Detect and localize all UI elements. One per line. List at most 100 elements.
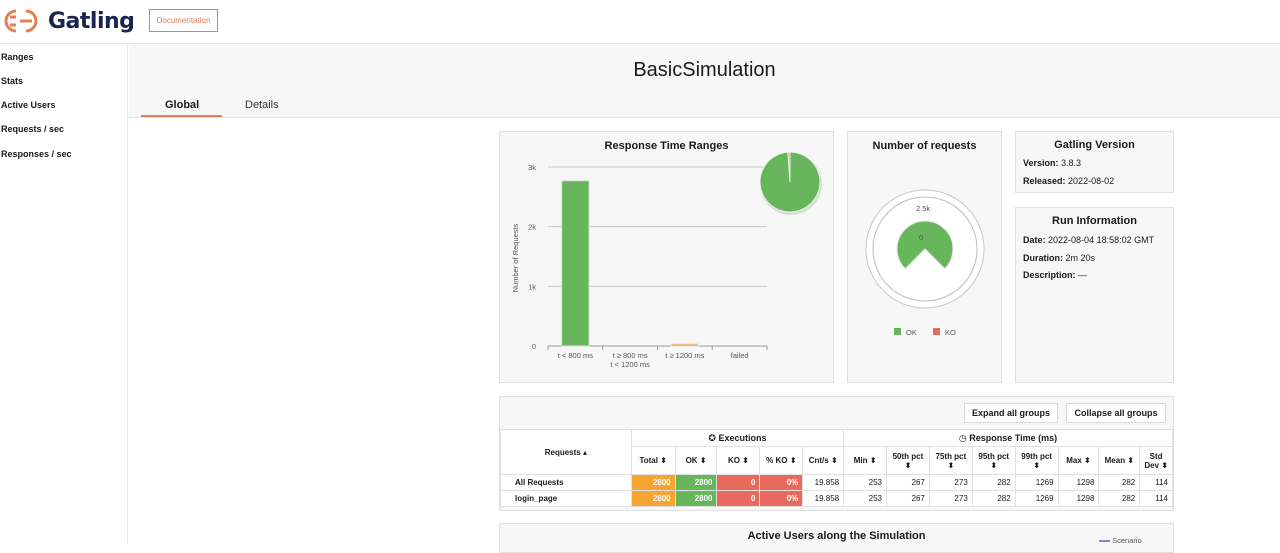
sort-icon: ⬍: [904, 460, 912, 470]
column-header[interactable]: Max ⬍: [1057, 446, 1100, 475]
sort-icon: ⬍: [990, 460, 998, 470]
statistics-card: Expand all groups Collapse all groups Re…: [499, 396, 1174, 511]
y-tick-label: 1k: [528, 282, 536, 291]
ranges-chart: Number of Requests 0 1k 2k 3k t < 800 ms t ≥…: [511, 151, 822, 369]
stat-cell: 282: [1098, 490, 1141, 507]
scenario-swatch: [1099, 540, 1110, 543]
stat-cell: 282: [971, 474, 1016, 491]
response-time-group-header: ◷ Response Time (ms): [843, 429, 1173, 447]
stat-cell: 19.858: [802, 490, 845, 507]
y-tick-label: 2k: [528, 223, 536, 232]
stat-cell: 0: [716, 474, 761, 491]
sort-icon: ⬍: [828, 456, 838, 465]
legend-ko-label: KO: [945, 328, 956, 337]
y-axis-label: Number of Requests: [511, 223, 520, 292]
documentation-button[interactable]: Documentation: [149, 9, 218, 32]
table-row[interactable]: login_page 2800 2800 0 0% 19.858 253 267 273 282 1…: [500, 490, 1173, 507]
stat-cell: 114: [1139, 490, 1173, 507]
legend-ok-swatch: [894, 328, 901, 335]
request-name: login_page: [500, 490, 632, 507]
version-value: 3.8.3: [1061, 158, 1082, 168]
sidebar: Ranges Stats Active Users Requests / sec…: [0, 44, 128, 543]
gatling-version-card: Gatling Version Version: 3.8.3 Released:…: [1015, 131, 1174, 193]
date-label: Date:: [1023, 235, 1046, 245]
active-users-legend: Scenario: [1099, 536, 1142, 545]
requests-column-header[interactable]: Requests ▴: [500, 429, 632, 475]
clock-icon: ◷: [958, 432, 967, 443]
response-time-ranges-card: Response Time Ranges Number of Requests …: [499, 131, 834, 383]
requests-gauge: 2.5k 0 OK KO: [865, 189, 985, 337]
active-users-card: Active Users along the Simulation Scenar…: [499, 523, 1174, 553]
stat-cell: 2800: [674, 490, 718, 507]
x-tick-label: failed: [731, 351, 749, 360]
stat-cell: 1298: [1057, 490, 1100, 507]
sidebar-item-ranges[interactable]: Ranges: [1, 52, 34, 62]
statistics-table: Requests ▴ ✪ Executions ◷ Response Time …: [500, 429, 1173, 507]
column-header[interactable]: % KO ⬍: [759, 446, 804, 475]
sort-icon: ⬍: [867, 456, 877, 465]
column-header[interactable]: Cnt/s ⬍: [802, 446, 845, 475]
active-users-title: Active Users along the Simulation: [747, 530, 926, 542]
scenario-legend-label: Scenario: [1112, 536, 1142, 545]
x-tick-label: t < 800 ms: [558, 351, 593, 360]
gauge-center-label: 0: [919, 233, 923, 242]
legend-ok-label: OK: [906, 328, 917, 337]
stat-cell: 267: [886, 490, 930, 507]
sidebar-item-responses-sec[interactable]: Responses / sec: [1, 149, 72, 159]
stat-cell: 2800: [674, 474, 718, 491]
expand-all-groups-button[interactable]: Expand all groups: [964, 403, 1058, 423]
description-value: —: [1078, 270, 1088, 280]
stat-cell: 1269: [1014, 490, 1059, 507]
collapse-all-groups-button[interactable]: Collapse all groups: [1066, 403, 1166, 423]
range-bar: [561, 180, 590, 347]
sort-icon: ⬍: [1081, 456, 1091, 465]
stat-cell: 0%: [759, 474, 804, 491]
run-info-title: Run Information: [1052, 215, 1137, 227]
gatling-logo[interactable]: Gatling: [2, 7, 135, 35]
stat-cell: 253: [843, 474, 887, 491]
stat-cell: 273: [928, 490, 973, 507]
column-header[interactable]: Std Dev ⬍: [1139, 446, 1173, 475]
y-tick-label: 0: [532, 342, 536, 351]
stat-cell: 282: [1098, 474, 1141, 491]
page-title: BasicSimulation: [633, 59, 776, 81]
sort-icon: ⬍: [1159, 460, 1168, 470]
column-header[interactable]: Min ⬍: [843, 446, 887, 475]
tab-global[interactable]: Global: [165, 99, 199, 111]
date-value: 2022-08-04 18:58:02 GMT: [1048, 235, 1155, 245]
column-header[interactable]: 75th pct ⬍: [928, 446, 973, 475]
stat-cell: 2800: [630, 490, 676, 507]
run-information-card: Run Information Date: 2022-08-04 18:58:0…: [1015, 207, 1174, 383]
sort-icon: ⬍: [1125, 456, 1135, 465]
active-tab-indicator: [141, 115, 222, 117]
sort-icon: ⬍: [657, 456, 667, 465]
column-header[interactable]: 95th pct ⬍: [971, 446, 1016, 475]
version-label: Version:: [1023, 158, 1059, 168]
x-tick-label: t < 1200 ms: [610, 360, 650, 369]
stat-cell: 273: [928, 474, 973, 491]
tab-details[interactable]: Details: [245, 99, 279, 111]
column-header[interactable]: 50th pct ⬍: [886, 446, 930, 475]
y-tick-label: 3k: [528, 163, 536, 172]
stat-cell: 282: [971, 490, 1016, 507]
column-header[interactable]: Total ⬍: [630, 446, 676, 475]
sort-icon: ⬍: [947, 460, 955, 470]
column-header[interactable]: Mean ⬍: [1098, 446, 1141, 475]
column-header[interactable]: KO ⬍: [716, 446, 761, 475]
sort-icon: ⬍: [739, 456, 749, 465]
sidebar-item-requests-sec[interactable]: Requests / sec: [1, 124, 64, 134]
sidebar-item-active-users[interactable]: Active Users: [1, 100, 56, 110]
sort-icon: ⬍: [697, 456, 707, 465]
stat-cell: 267: [886, 474, 930, 491]
sort-asc-icon: ▴: [582, 447, 587, 457]
column-header[interactable]: 99th pct ⬍: [1014, 446, 1059, 475]
column-header[interactable]: OK ⬍: [674, 446, 718, 475]
stat-cell: 1298: [1057, 474, 1100, 491]
sidebar-item-stats[interactable]: Stats: [1, 76, 23, 86]
executions-group-header: ✪ Executions: [630, 429, 845, 447]
released-label: Released:: [1023, 176, 1066, 186]
table-row[interactable]: All Requests 2800 2800 0 0% 19.858 253 267 273 28…: [500, 474, 1173, 491]
number-of-requests-card: Number of requests 2.5k 0 OK KO: [847, 131, 1002, 383]
top-bar: Gatling Documentation: [0, 0, 1280, 44]
stat-cell: 1269: [1014, 474, 1059, 491]
